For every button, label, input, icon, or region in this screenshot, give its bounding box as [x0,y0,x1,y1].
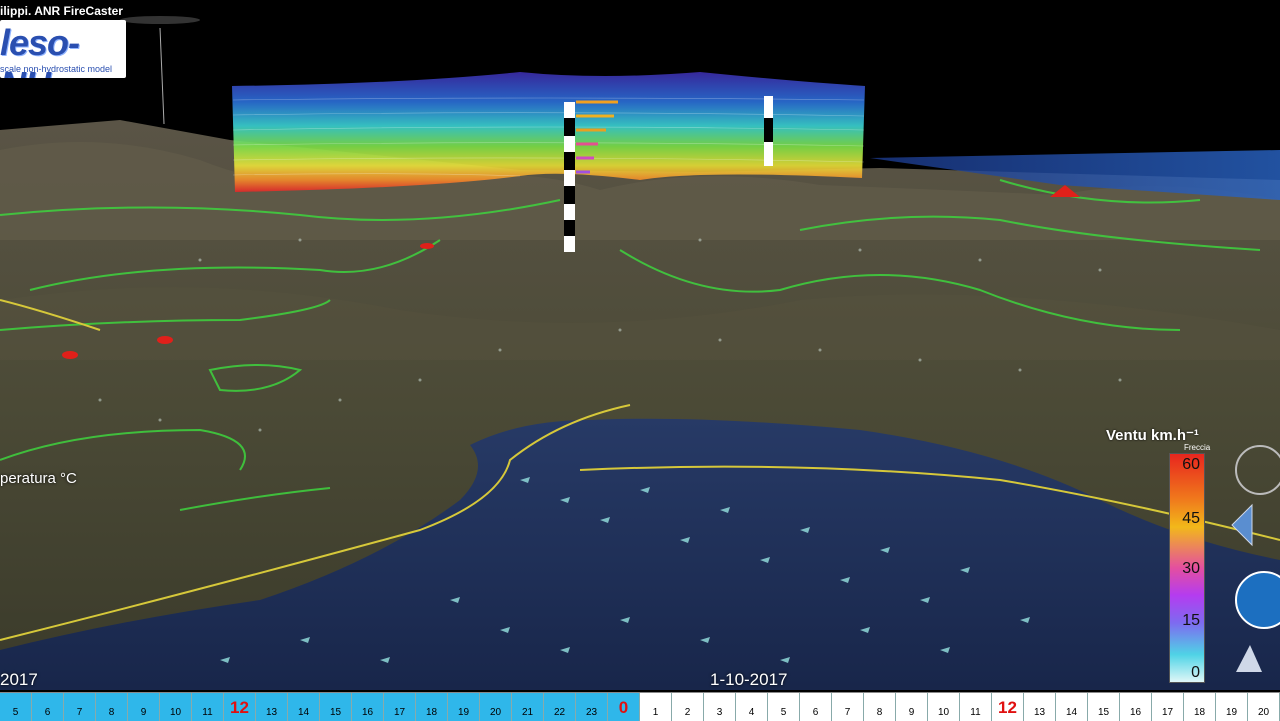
timeline-hour-tick[interactable]: 2 [672,693,704,721]
timeline-hour-tick[interactable]: 21 [512,693,544,721]
timeline-hour-tick[interactable]: 14 [288,693,320,721]
wind-color-scale: 60 45 30 15 0 [1169,453,1205,683]
timeline-hour-tick[interactable]: 10 [928,693,960,721]
timeline-hour-tick[interactable]: 15 [320,693,352,721]
timeline-hour-tick[interactable]: 23 [576,693,608,721]
legend-tick: 45 [1182,510,1200,527]
timeline-hour-tick[interactable]: 20 [1248,693,1280,721]
temperature-label: peratura °C [0,470,77,487]
timeline-hour-tick[interactable]: 18 [416,693,448,721]
timeline-hour-tick[interactable]: 14 [1056,693,1088,721]
timeline-hour-tick[interactable]: 19 [448,693,480,721]
timeline-hour-tick[interactable]: 18 [1184,693,1216,721]
timeline-hour-tick[interactable]: 9 [128,693,160,721]
timeline-hour-tick[interactable]: 17 [1152,693,1184,721]
timeline-hour-tick[interactable]: 8 [864,693,896,721]
timeline-hour-tick[interactable]: 8 [96,693,128,721]
wind-legend-subtitle: Freccia [1184,443,1211,452]
legend-tick: 60 [1182,456,1200,473]
timeline-hour-tick[interactable]: 10 [160,693,192,721]
legend-tick: 0 [1191,664,1200,681]
timeline-hour-tick[interactable]: 13 [256,693,288,721]
wind-legend-title: Ventu km.h⁻¹ [1106,427,1199,444]
timeline-hour-tick[interactable]: 17 [384,693,416,721]
timeline-hour-tick[interactable]: 0 [608,693,640,721]
timeline-hour-tick[interactable]: 9 [896,693,928,721]
timeline-hour-tick[interactable]: 13 [1024,693,1056,721]
timeline-hour-tick[interactable]: 5 [768,693,800,721]
terrain-scene [0,16,1280,690]
timeline-hour-tick[interactable]: 12 [992,693,1024,721]
timeline-hour-tick[interactable]: 11 [960,693,992,721]
legend-tick: 30 [1182,560,1200,577]
timeline-hour-tick[interactable]: 5 [0,693,32,721]
timeline-hour-tick[interactable]: 11 [192,693,224,721]
timeline-hour-tick[interactable]: 20 [480,693,512,721]
time-slider[interactable]: 5 6 7 8 9 10 11 12 13 14 15 16 17 18 19 20 21 22 23 0 1 2 3 4 5 6… [0,692,1280,721]
timeline-hour-tick[interactable]: 4 [736,693,768,721]
timeline-hour-tick[interactable]: 16 [1120,693,1152,721]
meso-nh-logo: leso-NH scale non-hydrostatic model [0,20,126,78]
timeline-hour-tick[interactable]: 16 [352,693,384,721]
logo-subtitle: scale non-hydrostatic model [0,64,113,74]
timeline-hour-tick[interactable]: 6 [32,693,64,721]
timeline-hour-tick[interactable]: 22 [544,693,576,721]
timeline-hour-tick[interactable]: 12 [224,693,256,721]
timeline-hour-tick[interactable]: 6 [800,693,832,721]
timeline-hour-tick[interactable]: 1 [640,693,672,721]
model-credits: ilippi. ANR FireCaster [0,4,123,18]
timeline-hour-tick[interactable]: 19 [1216,693,1248,721]
timeline-hour-tick[interactable]: 7 [832,693,864,721]
date-label-left: 2017 [0,670,38,689]
timeline-hour-tick[interactable]: 3 [704,693,736,721]
date-label-center: 1-10-2017 [710,670,788,689]
timeline-hour-tick[interactable]: 7 [64,693,96,721]
timeline-hour-tick[interactable]: 15 [1088,693,1120,721]
legend-tick: 15 [1182,612,1200,629]
